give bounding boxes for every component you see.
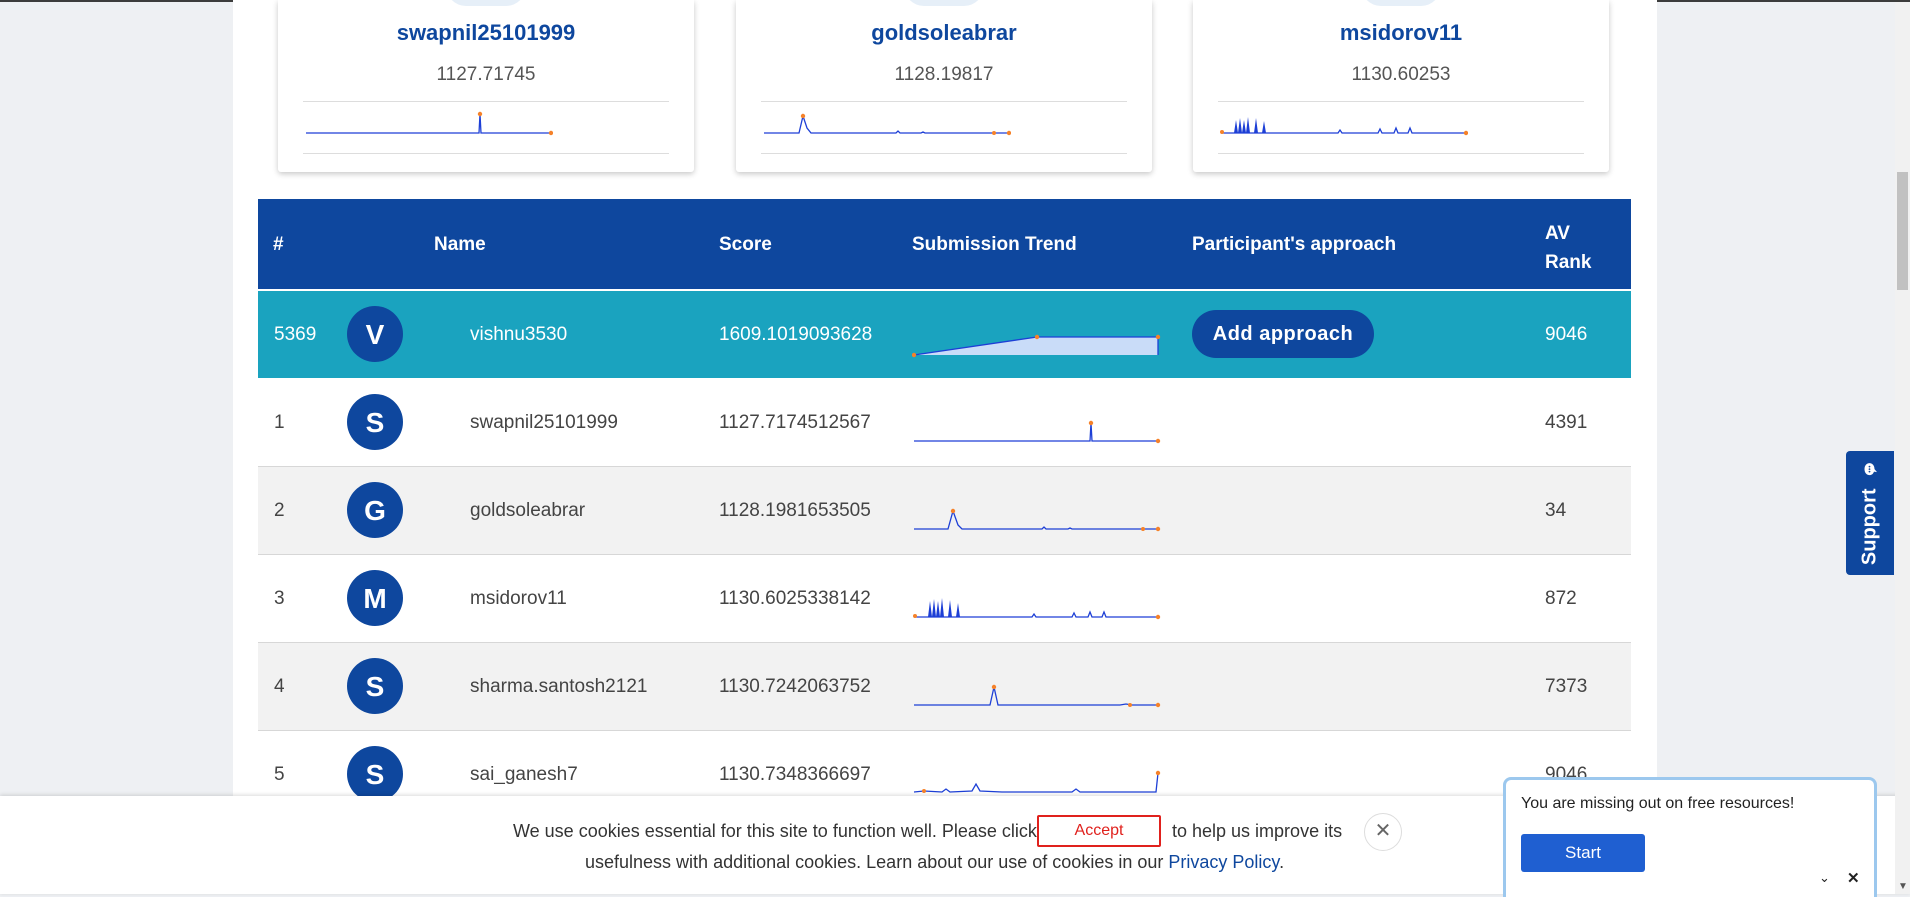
submission-trend-sparkline — [306, 111, 553, 136]
top-card-name[interactable]: msidorov11 — [1193, 20, 1609, 46]
row-name[interactable]: swapnil25101999 — [470, 412, 618, 434]
chat-bubble-icon — [1864, 462, 1877, 475]
scroll-down-arrow-icon[interactable]: ▼ — [1898, 881, 1908, 892]
row-av-rank: 872 — [1545, 588, 1577, 609]
support-text: Support — [1858, 488, 1881, 566]
top-card-3[interactable]: msidorov11 1130.60253 — [1193, 0, 1609, 172]
col-name: Name — [434, 234, 486, 255]
privacy-policy-link[interactable]: Privacy Policy — [1168, 852, 1279, 872]
row-av-rank: 4391 — [1545, 412, 1588, 433]
divider — [761, 153, 1127, 154]
row-name[interactable]: sai_ganesh7 — [470, 764, 578, 786]
chevron-down-icon[interactable]: ⌄ — [1819, 870, 1830, 886]
col-score: Score — [719, 234, 772, 255]
table-row[interactable]: 3 M msidorov11 1130.6025338142 872 — [258, 555, 1631, 643]
col-rank: # — [273, 234, 284, 255]
divider — [1218, 153, 1584, 154]
support-tab[interactable]: Support — [1846, 451, 1894, 575]
divider — [303, 101, 669, 102]
avatar: V — [347, 306, 403, 362]
row-rank: 5369 — [274, 324, 317, 345]
row-name[interactable]: sharma.santosh2121 — [470, 676, 647, 698]
submission-trend-sparkline — [1220, 117, 1468, 136]
row-score: 1130.7348366697 — [719, 764, 871, 785]
top-card-name[interactable]: goldsoleabrar — [736, 20, 1152, 46]
row-score: 1127.7174512567 — [719, 412, 871, 433]
submission-trend-sparkline — [914, 508, 1161, 532]
scrollbar[interactable]: ▼ — [1895, 2, 1910, 894]
row-score: 1609.1019093628 — [719, 324, 873, 345]
col-participants-approach: Participant's approach — [1192, 234, 1397, 255]
top-card-1[interactable]: swapnil25101999 1127.71745 — [278, 0, 694, 172]
table-row[interactable]: 2 G goldsoleabrar 1128.1981653505 34 — [258, 467, 1631, 555]
row-rank: 2 — [274, 500, 285, 521]
close-icon[interactable]: ✕ — [1364, 813, 1402, 851]
row-rank: 5 — [274, 764, 285, 785]
top-card-score: 1127.71745 — [436, 64, 536, 85]
row-av-rank: 34 — [1545, 500, 1567, 521]
cookie-text-line2: usefulness with additional cookies. Lear… — [585, 852, 1284, 873]
avatar: S — [347, 658, 403, 714]
avatar-ring — [904, 0, 984, 6]
row-av-rank: 7373 — [1545, 676, 1588, 697]
close-icon[interactable]: ✕ — [1847, 869, 1860, 887]
table-row[interactable]: 1 S swapnil25101999 1127.7174512567 4391 — [258, 379, 1631, 467]
accept-cookies-button[interactable]: Accept — [1037, 815, 1161, 847]
submission-trend-sparkline — [914, 420, 1161, 444]
divider — [761, 101, 1127, 102]
add-approach-button[interactable]: Add approach — [1192, 310, 1374, 358]
row-score: 1130.7242063752 — [719, 676, 871, 697]
cookie-text: to help us improve its — [1172, 821, 1343, 841]
avatar-ring — [1361, 0, 1441, 6]
avatar-ring — [446, 0, 526, 6]
top-card-score: 1128.19817 — [894, 64, 994, 85]
row-rank: 3 — [274, 588, 285, 609]
top-card-score: 1130.60253 — [1351, 64, 1451, 85]
col-submission-trend: Submission Trend — [912, 234, 1077, 255]
row-rank: 1 — [274, 412, 285, 433]
row-name[interactable]: msidorov11 — [470, 588, 567, 610]
scrollbar-thumb[interactable] — [1897, 172, 1908, 290]
divider — [1218, 101, 1584, 102]
cookie-text: We use cookies essential for this site t… — [513, 821, 1037, 841]
start-button[interactable]: Start — [1521, 834, 1645, 872]
row-av-rank: 9046 — [1545, 324, 1588, 345]
top-card-name[interactable]: swapnil25101999 — [278, 20, 694, 46]
avatar: M — [347, 570, 403, 626]
cookie-period: . — [1279, 852, 1285, 872]
row-score: 1130.6025338142 — [719, 588, 871, 609]
top-card-2[interactable]: goldsoleabrar 1128.19817 — [736, 0, 1152, 172]
popup-message: You are missing out on free resources! — [1521, 795, 1795, 812]
leaderboard-header: # Name Score Submission Trend Participan… — [258, 199, 1631, 289]
col-av-rank: AV Rank — [1545, 223, 1592, 273]
row-name[interactable]: vishnu3530 — [470, 324, 567, 346]
row-score: 1128.1981653505 — [719, 500, 871, 521]
row-rank: 4 — [274, 676, 285, 697]
free-resources-popup: You are missing out on free resources! S… — [1503, 777, 1877, 897]
table-row[interactable]: 4 S sharma.santosh2121 1130.7242063752 7… — [258, 643, 1631, 731]
support-label: Support — [1859, 461, 1882, 565]
submission-trend-sparkline — [912, 334, 1161, 358]
avatar: S — [347, 394, 403, 450]
avatar: S — [347, 746, 403, 802]
current-user-row[interactable]: 5369 V vishnu3530 1609.1019093628 Add ap… — [258, 291, 1631, 378]
submission-trend-sparkline — [913, 598, 1161, 620]
row-name[interactable]: goldsoleabrar — [470, 500, 585, 522]
avatar: G — [347, 482, 403, 538]
submission-trend-sparkline — [914, 684, 1161, 708]
divider — [303, 153, 669, 154]
cookie-text: usefulness with additional cookies. Lear… — [585, 852, 1164, 872]
submission-trend-sparkline — [764, 113, 1011, 136]
